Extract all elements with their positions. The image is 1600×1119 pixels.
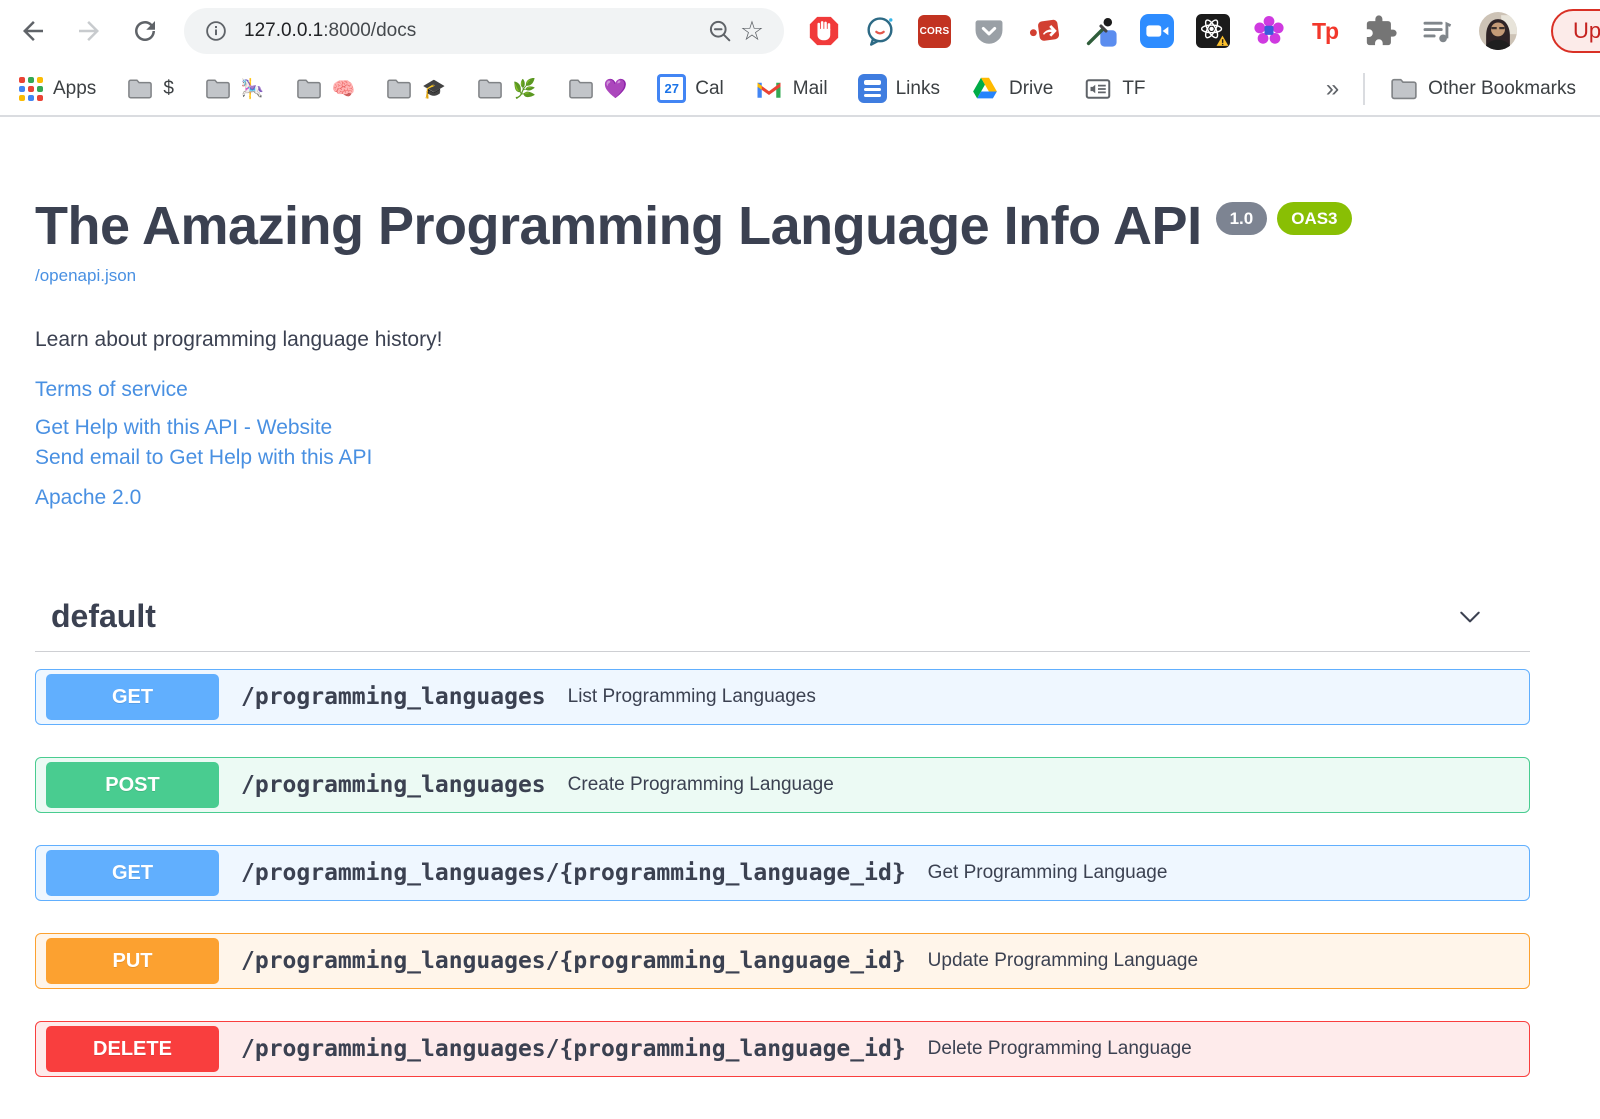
license-link[interactable]: Apache 2.0 (35, 484, 141, 511)
terms-of-service-link[interactable]: Terms of service (35, 376, 188, 403)
url-text: 127.0.0.1:8000/docs (244, 20, 417, 41)
bookmark-tf[interactable]: TF (1083, 74, 1146, 104)
bookmark-folder-dollar[interactable]: $ (126, 75, 174, 103)
endpoint-path: /programming_languages/{programming_lang… (241, 1036, 906, 1062)
api-description: Learn about programming language history… (35, 328, 443, 351)
playlist-icon[interactable] (1419, 13, 1455, 49)
http-method-badge: DELETE (46, 1026, 219, 1072)
bookmarks-divider (1363, 72, 1366, 105)
adblock-icon[interactable] (806, 13, 842, 49)
endpoint-row[interactable]: GET /programming_languages/{programming_… (35, 845, 1530, 901)
folder-icon (568, 78, 593, 99)
extension-icons: CORS Tp Update ⋮ (806, 9, 1600, 53)
bookmark-calendar[interactable]: 27 Cal (657, 74, 724, 103)
openapi-spec-link[interactable]: /openapi.json (35, 266, 136, 286)
bookmarks-overflow-chevron[interactable]: » (1326, 75, 1339, 103)
zoom-app-icon[interactable] (1139, 13, 1175, 49)
forward-icon[interactable] (72, 14, 106, 48)
http-method-badge: POST (46, 762, 219, 808)
bookmark-folder-heart[interactable]: 💜 (567, 75, 627, 103)
page-title: The Amazing Programming Language Info AP… (35, 196, 1202, 256)
bookmark-folder-brain[interactable]: 🧠 (295, 75, 355, 103)
zoom-out-icon[interactable] (704, 15, 736, 47)
address-bar[interactable]: 127.0.0.1:8000/docs ☆ (184, 8, 784, 54)
http-method-badge: PUT (46, 938, 219, 984)
endpoint-summary: Update Programming Language (927, 950, 1199, 971)
help-email-link[interactable]: Send email to Get Help with this API (35, 444, 372, 471)
version-badge: 1.0 (1215, 202, 1268, 235)
bookmark-folder-carousel[interactable]: 🎠 (204, 75, 265, 103)
bookmark-apps[interactable]: Apps (18, 76, 96, 102)
calendar-icon: 27 (657, 74, 687, 103)
endpoint-row[interactable]: POST /programming_languages Create Progr… (35, 757, 1530, 813)
bookmark-star-icon[interactable]: ☆ (736, 15, 768, 47)
http-method-badge: GET (46, 674, 219, 720)
endpoint-row[interactable]: DELETE /programming_languages/{programmi… (35, 1021, 1530, 1077)
endpoint-summary: Create Programming Language (567, 774, 834, 795)
gmail-icon (757, 79, 781, 98)
color-picker-icon[interactable] (1083, 13, 1119, 49)
pinwheel-extension-icon[interactable] (1251, 13, 1287, 49)
bookmark-gmail[interactable]: Mail (754, 74, 828, 104)
folder-icon (128, 78, 153, 99)
endpoint-row[interactable]: PUT /programming_languages/{programming_… (35, 933, 1530, 989)
bookmark-folder-grad[interactable]: 🎓 (385, 75, 446, 103)
page-info-icon[interactable] (200, 15, 232, 47)
react-devtools-icon[interactable] (1195, 13, 1231, 49)
endpoint-summary: Delete Programming Language (927, 1038, 1192, 1059)
cors-extension-icon[interactable]: CORS (918, 14, 951, 48)
pocket-icon[interactable] (971, 13, 1007, 49)
extensions-puzzle-icon[interactable] (1363, 13, 1399, 49)
endpoint-summary: List Programming Languages (567, 686, 816, 707)
folder-icon (206, 78, 230, 99)
chevron-down-icon[interactable] (1455, 602, 1485, 632)
folder-icon (1391, 78, 1417, 99)
reload-icon[interactable] (128, 14, 162, 48)
endpoint-list: GET /programming_languages List Programm… (35, 669, 1530, 1077)
red-arrow-extension-icon[interactable] (1027, 13, 1063, 49)
oas3-badge: OAS3 (1277, 202, 1352, 235)
bookmark-links[interactable]: Links (857, 74, 940, 103)
endpoint-path: /programming_languages (241, 772, 546, 798)
chrome-update-button[interactable]: Update ⋮ (1551, 9, 1600, 53)
endpoint-path: /programming_languages/{programming_lang… (241, 948, 906, 974)
folder-icon (478, 78, 502, 99)
endpoint-path: /programming_languages (241, 684, 546, 710)
tp-extension-icon[interactable]: Tp (1307, 13, 1343, 49)
folder-icon (387, 78, 412, 99)
bookmark-drive[interactable]: Drive (970, 74, 1053, 104)
other-bookmarks-folder[interactable]: Other Bookmarks (1389, 74, 1576, 104)
swagger-page: The Amazing Programming Language Info AP… (0, 194, 1600, 1077)
tag-section-title: default (51, 598, 156, 634)
back-icon[interactable] (16, 14, 50, 48)
browser-toolbar: 127.0.0.1:8000/docs ☆ CORS Tp Up (0, 0, 1600, 62)
folder-icon (296, 78, 321, 99)
tf-card-icon (1086, 78, 1111, 99)
links-list-icon (857, 74, 887, 103)
bookmark-folder-herb[interactable]: 🌿 (476, 75, 537, 103)
http-method-badge: GET (46, 850, 219, 896)
chat-bubble-icon[interactable] (862, 13, 898, 49)
apps-grid-icon (18, 76, 44, 102)
tag-section-header[interactable]: default (35, 598, 1530, 652)
help-website-link[interactable]: Get Help with this API - Website (35, 414, 332, 441)
bookmarks-bar: Apps $ 🎠 🧠 🎓 🌿 💜 27 Cal Mail Links Drive… (0, 62, 1600, 117)
drive-icon (973, 77, 997, 98)
endpoint-row[interactable]: GET /programming_languages List Programm… (35, 669, 1530, 725)
endpoint-path: /programming_languages/{programming_lang… (241, 860, 906, 886)
profile-avatar[interactable] (1479, 12, 1517, 50)
endpoint-summary: Get Programming Language (927, 862, 1168, 883)
